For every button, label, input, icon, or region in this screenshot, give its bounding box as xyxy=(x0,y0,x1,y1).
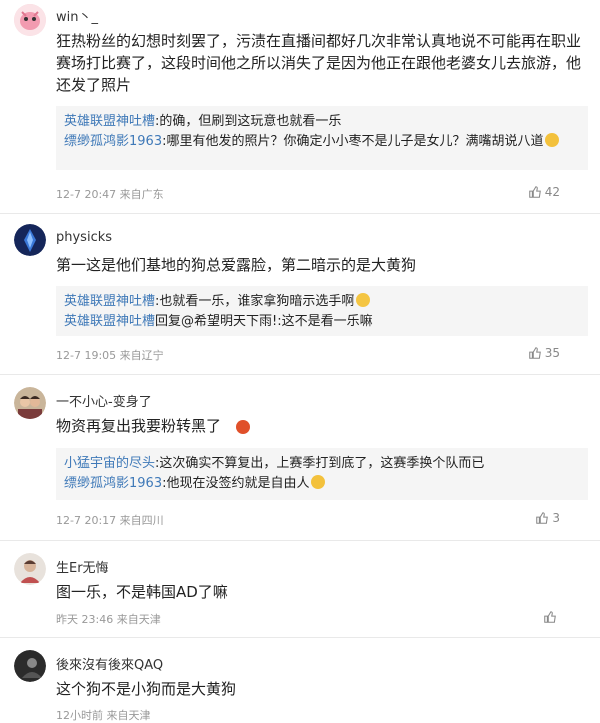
comment-text: 图一乐，不是韩国AD了嘛 xyxy=(56,583,228,601)
like-button[interactable]: 42 xyxy=(528,185,560,199)
laugh-emoji-icon xyxy=(356,293,371,307)
like-count: 3 xyxy=(552,511,560,525)
reply-box: 英雄联盟神吐槽:的确，但刷到这玩意也就看一乐 缥缈孤鸿影1963:哪里有他发的照… xyxy=(56,106,588,170)
reply-item: 英雄联盟神吐槽:也就看一乐，谁家拿狗暗示选手啊 xyxy=(64,292,580,312)
thumb-up-icon xyxy=(528,347,541,359)
comment-meta: 昨天 23:46 来自天津 xyxy=(56,613,161,626)
reply-username[interactable]: 英雄联盟神吐槽 xyxy=(64,294,155,309)
comment-item: physicks 第一这是他们基地的狗总爱露脸，第二暗示的是大黄狗 英雄联盟神吐… xyxy=(0,214,600,375)
doge-emoji-icon xyxy=(545,133,560,147)
reply-text: :他现在没签约就是自由人 xyxy=(162,476,310,491)
comment-meta: 12小时前 来自天津 xyxy=(56,709,151,722)
reply-text: :也就看一乐，谁家拿狗暗示选手啊 xyxy=(155,294,355,309)
avatar[interactable] xyxy=(14,387,46,419)
like-button[interactable]: 35 xyxy=(528,346,560,360)
reply-item: 英雄联盟神吐槽回复@希望明天下雨!:这不是看一乐嘛 xyxy=(64,312,580,332)
like-button[interactable] xyxy=(543,610,560,624)
reply-box: 英雄联盟神吐槽:也就看一乐，谁家拿狗暗示选手啊 英雄联盟神吐槽回复@希望明天下雨… xyxy=(56,286,588,336)
like-count: 42 xyxy=(544,185,560,199)
angry-emoji-icon xyxy=(236,420,250,434)
reply-item: 小猛宇宙的尽头:这次确实不算复出，上赛季打到底了，这赛季换个队而已 xyxy=(64,454,580,474)
comment-meta: 12-7 19:05 来自辽宁 xyxy=(56,349,164,362)
username[interactable]: 後來沒有後來QAQ xyxy=(56,654,163,673)
comment-item: 生Er无悔 图一乐，不是韩国AD了嘛 昨天 23:46 来自天津 xyxy=(0,541,600,638)
comment-meta: 12-7 20:47 来自广东 xyxy=(56,188,164,201)
thumb-up-icon xyxy=(544,611,556,623)
reply-item: 英雄联盟神吐槽:的确，但刷到这玩意也就看一乐 xyxy=(64,112,580,132)
avatar[interactable] xyxy=(14,650,46,682)
comment-item: 後來沒有後來QAQ 这个狗不是小狗而是大黄狗 12小时前 来自天津 xyxy=(0,638,600,722)
comment-text: 第一这是他们基地的狗总爱露脸，第二暗示的是大黄狗 xyxy=(56,256,417,274)
reply-username[interactable]: 小猛宇宙的尽头 xyxy=(64,456,155,471)
reply-username[interactable]: 英雄联盟神吐槽 xyxy=(64,314,155,329)
reply-username[interactable]: 缥缈孤鸿影1963 xyxy=(64,476,162,491)
like-count: 35 xyxy=(544,346,560,360)
thumb-up-icon xyxy=(528,186,541,198)
avatar[interactable] xyxy=(14,553,46,585)
username[interactable]: physicks xyxy=(56,230,112,245)
doge-emoji-icon xyxy=(311,475,326,489)
comment-list: win丶_ 狂热粉丝的幻想时刻罢了，污渍在直播间都好几次非常认真地说不可能再在职… xyxy=(0,0,600,722)
username[interactable]: 一不小心-变身了 xyxy=(56,391,152,410)
comment-meta: 12-7 20:17 来自四川 xyxy=(56,514,164,527)
avatar[interactable] xyxy=(14,224,46,256)
comment-item: win丶_ 狂热粉丝的幻想时刻罢了，污渍在直播间都好几次非常认真地说不可能再在职… xyxy=(0,0,600,214)
reply-text: :这次确实不算复出，上赛季打到底了，这赛季换个队而已 xyxy=(155,456,485,471)
comment-text: 狂热粉丝的幻想时刻罢了，污渍在直播间都好几次非常认真地说不可能再在职业赛场打比赛… xyxy=(56,32,582,94)
avatar[interactable] xyxy=(14,4,46,36)
comment-item: 一不小心-变身了 物资再复出我要粉转黑了 小猛宇宙的尽头:这次确实不算复出，上赛… xyxy=(0,375,600,541)
reply-box: 小猛宇宙的尽头:这次确实不算复出，上赛季打到底了，这赛季换个队而已 缥缈孤鸿影1… xyxy=(56,448,588,500)
reply-text: :哪里有他发的照片？你确定小小枣不是儿子是女儿？满嘴胡说八道 xyxy=(162,134,544,149)
reply-username[interactable]: 英雄联盟神吐槽 xyxy=(64,114,155,129)
reply-item: 缥缈孤鸿影1963:哪里有他发的照片？你确定小小枣不是儿子是女儿？满嘴胡说八道 xyxy=(64,132,580,152)
reply-text: 回复@希望明天下雨!:这不是看一乐嘛 xyxy=(155,314,373,329)
username[interactable]: 生Er无悔 xyxy=(56,557,109,576)
username[interactable]: win丶_ xyxy=(56,6,98,25)
reply-text: :的确，但刷到这玩意也就看一乐 xyxy=(155,114,342,129)
comment-text: 这个狗不是小狗而是大黄狗 xyxy=(56,680,237,698)
thumb-up-icon xyxy=(536,512,549,524)
reply-username[interactable]: 缥缈孤鸿影1963 xyxy=(64,134,162,149)
comment-text: 物资再复出我要粉转黑了 xyxy=(56,417,222,435)
reply-item: 缥缈孤鸿影1963:他现在没签约就是自由人 xyxy=(64,474,580,494)
like-button[interactable]: 3 xyxy=(535,511,560,525)
